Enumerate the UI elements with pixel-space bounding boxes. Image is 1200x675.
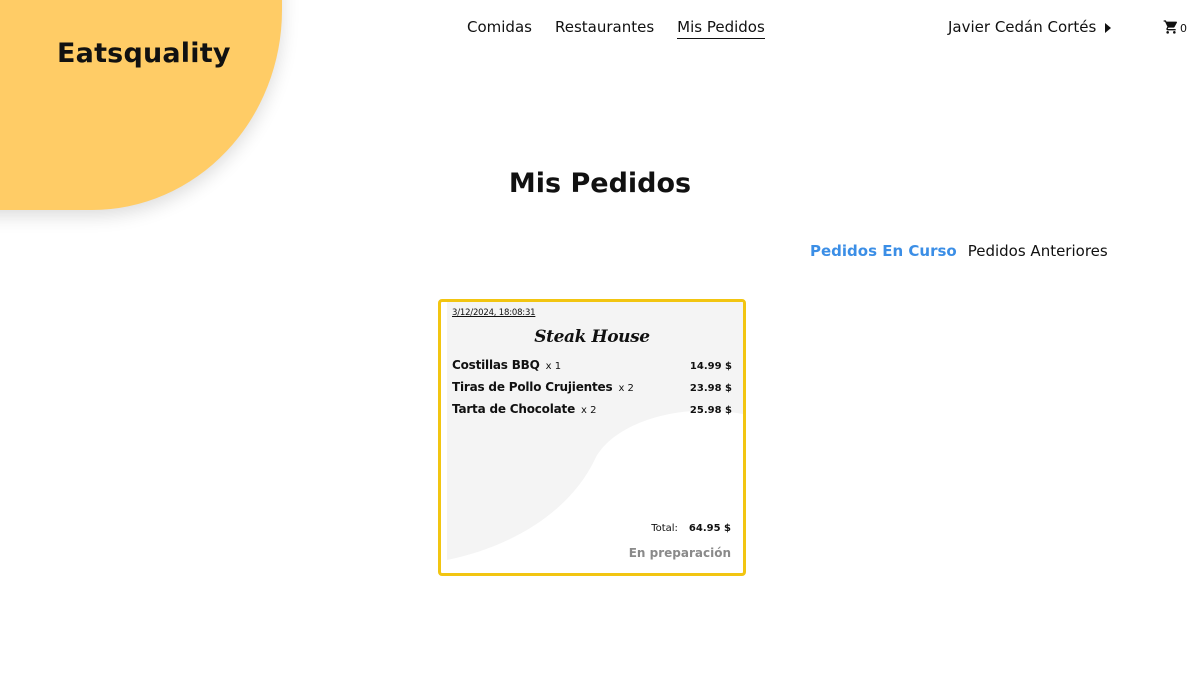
total-label: Total:	[651, 523, 678, 534]
order-card[interactable]: 3/12/2024, 18:08:31 Steak House Costilla…	[438, 299, 746, 576]
order-item: Costillas BBQ x 1 14.99 $	[452, 358, 732, 380]
user-name: Javier Cedán Cortés	[948, 18, 1097, 36]
item-price: 25.98 $	[689, 405, 732, 416]
nav-item-comidas[interactable]: Comidas	[467, 18, 532, 39]
item-price: 23.98 $	[689, 383, 732, 394]
brand-logo[interactable]: Eatsquality	[57, 38, 231, 69]
cart-count: 0	[1180, 22, 1187, 35]
order-date: 3/12/2024, 18:08:31	[452, 308, 536, 318]
cart-button[interactable]: 0	[1163, 19, 1187, 35]
tab-pedidos-en-curso[interactable]: Pedidos En Curso	[810, 242, 957, 260]
item-quantity: x 1	[545, 361, 562, 372]
item-price: 14.99 $	[689, 361, 732, 372]
nav-item-restaurantes[interactable]: Restaurantes	[555, 18, 654, 39]
order-items: Costillas BBQ x 1 14.99 $ Tiras de Pollo…	[452, 358, 732, 424]
order-item: Tiras de Pollo Crujientes x 2 23.98 $	[452, 380, 732, 402]
tab-pedidos-anteriores[interactable]: Pedidos Anteriores	[968, 242, 1108, 260]
user-menu[interactable]: Javier Cedán Cortés	[948, 18, 1112, 36]
restaurant-name: Steak House	[534, 327, 650, 347]
shopping-cart-icon	[1163, 20, 1178, 34]
total-value: 64.95 $	[688, 523, 731, 534]
item-name: Costillas BBQ	[452, 358, 540, 372]
order-item: Tarta de Chocolate x 2 25.98 $	[452, 402, 732, 424]
order-total: Total: 64.95 $	[651, 523, 731, 534]
page-title: Mis Pedidos	[508, 168, 692, 199]
caret-right-icon	[1105, 23, 1112, 33]
item-name: Tarta de Chocolate	[452, 402, 576, 416]
item-quantity: x 2	[581, 405, 597, 416]
order-tabs: Pedidos En Curso Pedidos Anteriores	[810, 242, 1108, 260]
order-status: En preparación	[628, 546, 731, 560]
item-name: Tiras de Pollo Crujientes	[452, 380, 613, 394]
nav-item-mis-pedidos[interactable]: Mis Pedidos	[677, 18, 765, 39]
item-quantity: x 2	[618, 383, 634, 394]
main-nav: Comidas Restaurantes Mis Pedidos	[467, 18, 765, 39]
